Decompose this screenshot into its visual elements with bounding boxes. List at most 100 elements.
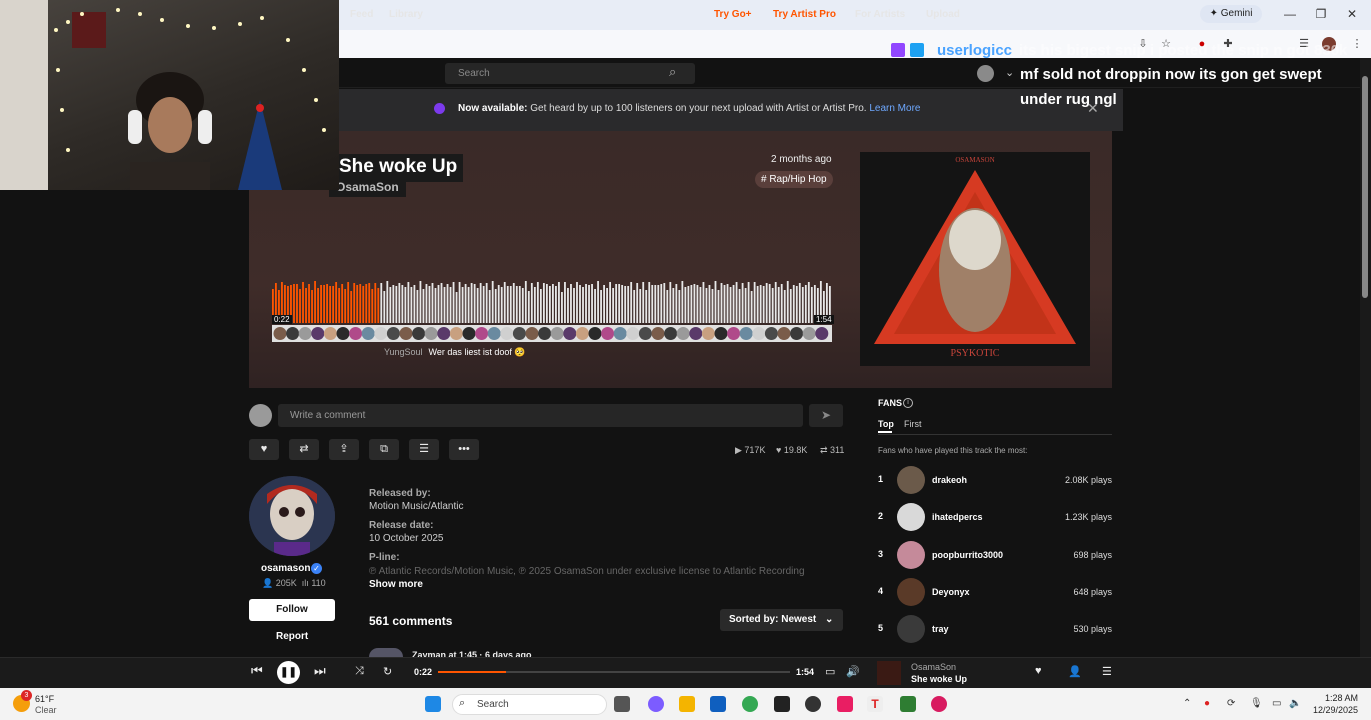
commenter-avatar[interactable] [689, 327, 703, 340]
nav-try-go-plus[interactable]: Try Go+ [714, 9, 752, 20]
now-playing-artwork[interactable] [877, 661, 901, 685]
fan-row[interactable]: 2 ihatedpercs 1.23K plays [878, 503, 1112, 532]
commenter-avatar[interactable] [323, 327, 337, 340]
repost-button[interactable]: ⇄ [289, 439, 319, 460]
minimize-button[interactable]: — [1275, 4, 1305, 24]
browser-menu-icon[interactable]: ⋮ [1350, 37, 1364, 51]
microphone-icon[interactable]: 🎙 [1250, 698, 1263, 709]
commenter-avatar[interactable] [739, 327, 753, 340]
scrollbar-thumb[interactable] [1362, 76, 1368, 298]
nav-try-artist-pro[interactable]: Try Artist Pro [773, 9, 836, 20]
file-explorer-icon[interactable] [679, 696, 695, 712]
fan-name[interactable]: ihatedpercs [932, 512, 983, 522]
clock-time[interactable]: 1:28 AM [1322, 693, 1358, 703]
task-view-icon[interactable] [614, 696, 630, 712]
fan-avatar[interactable] [897, 540, 925, 569]
commenter-avatar[interactable] [369, 648, 403, 657]
fan-name[interactable]: tray [932, 624, 949, 634]
commenter-avatar[interactable] [336, 327, 350, 340]
report-button[interactable]: Report [276, 631, 308, 642]
clock-date[interactable]: 12/29/2025 [1312, 705, 1358, 715]
nav-feed[interactable]: Feed [350, 9, 373, 20]
commenter-avatar[interactable] [676, 327, 690, 340]
artist-avatar[interactable] [249, 476, 335, 556]
commenter-avatar[interactable] [286, 327, 300, 340]
commenter-avatar[interactable] [361, 327, 375, 340]
commenter-avatar[interactable] [512, 327, 526, 340]
user-avatar[interactable] [977, 65, 994, 82]
fan-row[interactable]: 1 drakeoh 2.08K plays [878, 466, 1112, 494]
comment-username[interactable]: YungSoul [384, 347, 423, 357]
chrome-icon[interactable] [742, 696, 758, 712]
commenter-avatar[interactable] [563, 327, 577, 340]
follow-button[interactable]: Follow [249, 599, 335, 621]
epic-games-icon[interactable] [774, 696, 790, 712]
speaker-icon[interactable]: 🔈 [1289, 698, 1301, 709]
commenter-avatar[interactable] [273, 327, 287, 340]
commenter-avatar[interactable] [475, 327, 489, 340]
sort-dropdown[interactable]: Sorted by: Newest ⌄ [720, 609, 843, 631]
show-more-button[interactable]: Show more [369, 579, 423, 590]
now-playing-artist[interactable]: OsamaSon [911, 662, 956, 672]
nav-for-artists[interactable]: For Artists [855, 9, 905, 20]
tiktok-icon[interactable] [837, 696, 853, 712]
commenter-avatar[interactable] [525, 327, 539, 340]
chevron-down-icon[interactable]: ⌄ [1005, 66, 1014, 79]
commenter-avatar[interactable] [462, 327, 476, 340]
share-button[interactable]: ⇪ [329, 439, 359, 460]
commenter-avatar[interactable] [613, 327, 627, 340]
waveform[interactable] [272, 281, 832, 323]
fan-row[interactable]: 3 poopburrito3000 698 plays [878, 540, 1112, 569]
album-cover[interactable]: OSAMASON PSYKOTIC [860, 152, 1090, 366]
music-app-icon[interactable] [931, 696, 947, 712]
commenter-avatar[interactable] [550, 327, 564, 340]
commenter-avatar[interactable] [626, 327, 640, 340]
nav-library[interactable]: Library [389, 9, 423, 20]
volume-icon[interactable]: 🔊 [846, 665, 860, 678]
add-to-playlist-button[interactable]: ☰ [409, 439, 439, 460]
close-window-button[interactable]: ✕ [1337, 4, 1367, 24]
commenter-avatar[interactable] [538, 327, 552, 340]
follow-artist-icon[interactable]: 👤 [1068, 665, 1082, 678]
like-count[interactable]: ♥ 19.8K [776, 445, 807, 455]
commenter-avatar[interactable] [349, 327, 363, 340]
fan-avatar[interactable] [897, 503, 925, 532]
commenter-avatar[interactable] [500, 327, 514, 340]
commenter-avatar[interactable] [714, 327, 728, 340]
nav-upload[interactable]: Upload [926, 9, 960, 20]
chevron-up-icon[interactable]: ⌃ [1183, 698, 1191, 709]
commenter-avatar[interactable] [399, 327, 413, 340]
pause-button[interactable]: ❚❚ [277, 661, 300, 684]
search-icon[interactable]: ⌕ [669, 64, 676, 80]
artist-name[interactable]: osamason [261, 563, 310, 574]
commenter-avatar[interactable] [815, 327, 829, 340]
commenter-avatar[interactable] [777, 327, 791, 340]
learn-more-link[interactable]: Learn More [869, 103, 920, 114]
send-icon[interactable]: ➤ [809, 404, 843, 427]
gemini-button[interactable]: ✦ Gemini [1200, 5, 1262, 23]
commenter-avatar[interactable] [601, 327, 615, 340]
cast-icon[interactable]: ▭ [825, 665, 835, 678]
track-count[interactable]: 110 [311, 578, 325, 588]
copy-link-button[interactable]: ⧉ [369, 439, 399, 460]
commenter-avatar[interactable] [575, 327, 589, 340]
tab-first[interactable]: First [904, 419, 922, 429]
sync-icon[interactable]: ⟳ [1227, 698, 1235, 709]
commenter-avatar[interactable] [412, 327, 426, 340]
commenter-avatar[interactable] [588, 327, 602, 340]
commenter-avatar[interactable] [374, 327, 388, 340]
tray-app-icon[interactable]: ● [1204, 698, 1210, 709]
text-app-icon[interactable]: T [867, 696, 883, 712]
commenter-avatar[interactable] [701, 327, 715, 340]
commenter-avatar[interactable] [487, 327, 501, 340]
commenter-avatar[interactable] [764, 327, 778, 340]
start-menu-icon[interactable] [425, 696, 441, 712]
spreadsheet-icon[interactable] [900, 696, 916, 712]
repost-count[interactable]: ⇄ 311 [820, 445, 844, 456]
network-icon[interactable]: ▭ [1272, 698, 1281, 709]
commenter-avatar[interactable] [651, 327, 665, 340]
commenter-avatar[interactable] [727, 327, 741, 340]
commenter-avatar[interactable] [298, 327, 312, 340]
fan-name[interactable]: Deyonyx [932, 587, 970, 597]
taskbar-search-input[interactable] [452, 694, 607, 715]
